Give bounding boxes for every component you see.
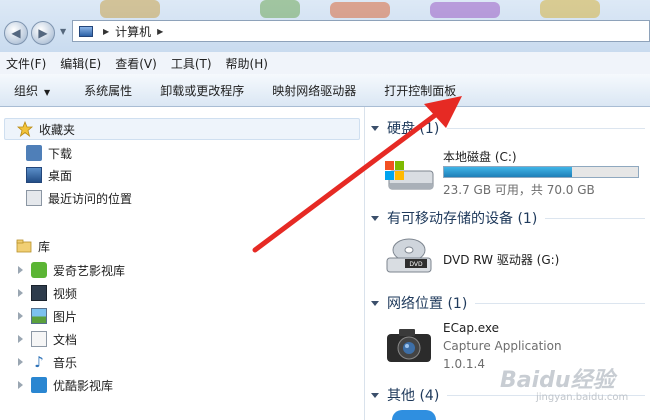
section-removable-storage[interactable]: 有可移动存储的设备 (1)	[371, 208, 645, 228]
other-item-icon[interactable]	[392, 410, 436, 420]
collapse-arrow-icon[interactable]	[371, 392, 379, 398]
recent-places-icon	[26, 190, 42, 206]
network-item-description: Capture Application	[443, 339, 562, 353]
collapse-arrow-icon[interactable]	[371, 300, 379, 306]
nav-item-label: 桌面	[48, 168, 73, 183]
nav-item-label: 优酷影视库	[53, 378, 114, 393]
library-folder-icon	[16, 239, 32, 253]
organize-button[interactable]: 组织 ▼	[0, 82, 64, 99]
collapse-arrow-icon[interactable]	[371, 125, 379, 131]
expand-arrow-icon[interactable]	[18, 266, 23, 274]
expand-arrow-icon[interactable]	[18, 381, 23, 389]
back-button[interactable]: ◀	[4, 21, 28, 45]
section-header: 有可移动存储的设备 (1)	[387, 211, 538, 227]
nav-item-label: 下载	[48, 146, 73, 161]
nav-item-documents[interactable]: 文档	[18, 328, 77, 350]
open-control-panel-button[interactable]: 打开控制面板	[370, 82, 470, 99]
dvd-drive-icon[interactable]: DVD	[383, 238, 435, 276]
breadcrumb-separator-icon[interactable]: ▶	[103, 27, 109, 36]
section-divider	[447, 127, 645, 129]
collapse-arrow-icon[interactable]	[371, 215, 379, 221]
dvd-drive-name[interactable]: DVD RW 驱动器 (G:)	[443, 251, 559, 268]
menu-help[interactable]: 帮助(H)	[220, 55, 276, 72]
blurred-desktop-icon	[330, 2, 390, 18]
nav-item-videos[interactable]: 视频	[18, 282, 77, 304]
blurred-desktop-icon	[540, 0, 600, 18]
forward-button[interactable]: ▶	[31, 21, 55, 45]
dvd-disc-label: DVD	[409, 261, 423, 268]
hard-drive-icon[interactable]	[383, 159, 435, 193]
expand-arrow-icon[interactable]	[18, 312, 23, 320]
nav-item-music[interactable]: ♪ 音乐	[18, 351, 77, 373]
section-header: 其他 (4)	[387, 388, 440, 404]
menu-tools[interactable]: 工具(T)	[165, 55, 220, 72]
nav-item-youku-library[interactable]: 优酷影视库	[18, 374, 113, 396]
menu-view[interactable]: 查看(V)	[109, 55, 165, 72]
expand-arrow-icon[interactable]	[18, 335, 23, 343]
nav-item-label: 爱奇艺影视库	[53, 263, 126, 278]
nav-item-label: 视频	[53, 286, 78, 301]
computer-icon	[79, 25, 93, 37]
breadcrumb-separator-icon[interactable]: ▶	[157, 27, 163, 36]
libraries-label: 库	[38, 239, 51, 254]
picture-icon	[31, 308, 47, 324]
back-arrow-icon: ◀	[11, 26, 21, 40]
forward-arrow-icon: ▶	[38, 26, 48, 40]
address-bar[interactable]: ▶ 计算机 ▶	[72, 20, 650, 42]
uninstall-program-button[interactable]: 卸载或更改程序	[146, 82, 258, 99]
watermark-brand: Baidu经验	[500, 368, 615, 393]
dropdown-caret-icon: ▼	[44, 87, 51, 97]
section-divider	[545, 217, 645, 219]
nav-item-recent-places[interactable]: 最近访问的位置	[26, 187, 132, 209]
music-note-icon: ♪	[34, 353, 44, 371]
command-toolbar: 组织 ▼ 系统属性 卸载或更改程序 映射网络驱动器 打开控制面板	[0, 74, 650, 107]
network-item-name[interactable]: ECap.exe	[443, 321, 499, 335]
organize-label: 组织	[14, 83, 39, 98]
section-divider	[475, 302, 645, 304]
watermark-url: jingyan.baidu.com	[536, 392, 629, 403]
breadcrumb-computer[interactable]: 计算机	[115, 23, 151, 40]
star-icon	[17, 121, 33, 137]
nav-item-label: 音乐	[53, 355, 78, 370]
nav-item-downloads[interactable]: 下载	[26, 142, 72, 164]
camera-icon[interactable]	[383, 326, 435, 366]
nav-item-label: 图片	[53, 309, 78, 324]
capacity-fill	[444, 167, 573, 177]
nav-item-pictures[interactable]: 图片	[18, 305, 77, 327]
nav-item-iqiyi-library[interactable]: 爱奇艺影视库	[18, 259, 125, 281]
window-title-area: ◀ ▶ ▼ ▶ 计算机 ▶	[0, 0, 650, 52]
film-strip-icon	[31, 285, 47, 301]
drive-c-capacity-bar	[443, 166, 639, 178]
section-header: 网络位置 (1)	[387, 296, 468, 312]
iqiyi-icon	[31, 262, 47, 278]
blurred-desktop-icon	[260, 0, 300, 18]
map-network-drive-button[interactable]: 映射网络驱动器	[258, 82, 370, 99]
expand-arrow-icon[interactable]	[18, 358, 23, 366]
menu-file[interactable]: 文件(F)	[0, 55, 54, 72]
nav-favorites[interactable]: 收藏夹	[4, 118, 360, 140]
system-properties-button[interactable]: 系统属性	[64, 82, 146, 99]
menu-edit[interactable]: 编辑(E)	[54, 55, 109, 72]
blurred-desktop-icon	[100, 0, 160, 18]
network-item-version: 1.0.1.4	[443, 357, 485, 371]
favorites-label: 收藏夹	[39, 122, 76, 137]
youku-icon	[31, 377, 47, 393]
nav-item-label: 文档	[53, 332, 78, 347]
section-network-locations[interactable]: 网络位置 (1)	[371, 293, 645, 313]
downloads-folder-icon	[26, 145, 42, 161]
nav-item-label: 最近访问的位置	[48, 191, 133, 206]
nav-libraries[interactable]: 库	[4, 235, 50, 257]
blurred-desktop-icon	[430, 2, 500, 18]
document-icon	[31, 331, 47, 347]
desktop-icon	[26, 167, 42, 183]
recent-pages-dropdown-icon[interactable]: ▼	[60, 27, 66, 36]
expand-arrow-icon[interactable]	[18, 289, 23, 297]
section-header: 硬盘 (1)	[387, 121, 440, 137]
drive-c-name[interactable]: 本地磁盘 (C:)	[443, 148, 517, 165]
menu-bar: 文件(F) 编辑(E) 查看(V) 工具(T) 帮助(H)	[0, 52, 650, 75]
section-hard-disks[interactable]: 硬盘 (1)	[371, 118, 645, 138]
navigation-pane: 收藏夹 下载 桌面 最近访问的位置 库 爱奇艺影视库 视频 图片 文档 ♪ 音乐…	[0, 107, 365, 420]
nav-item-desktop[interactable]: 桌面	[26, 164, 72, 186]
drive-c-usage-text: 23.7 GB 可用，共 70.0 GB	[443, 183, 595, 197]
